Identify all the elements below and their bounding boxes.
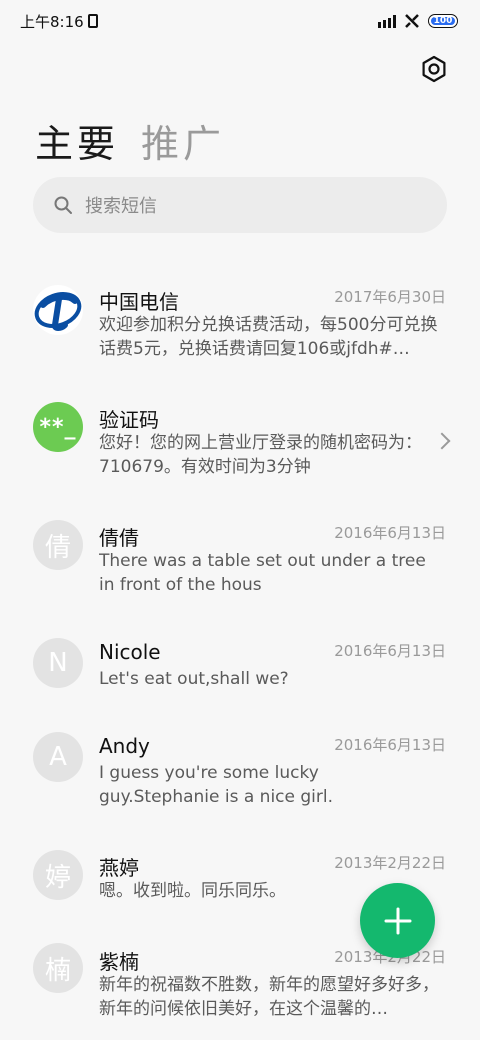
search-input[interactable]: 搜索短信	[33, 177, 447, 233]
message-preview: 您好！您的网上营业厅登录的随机密码为：710679。有效时间为3分钟	[99, 433, 422, 477]
status-left: 上午8:16	[20, 11, 98, 32]
contact-name: 验证码	[99, 408, 159, 432]
plus-icon	[384, 907, 411, 934]
message-preview: 新年的祝福数不胜数，新年的愿望好多好多，新年的问候依旧美好，在这个温馨的…	[99, 975, 439, 1019]
tab-bar: 主要 推广	[35, 110, 225, 170]
tab-promotion[interactable]: 推广	[141, 113, 225, 168]
contact-name: 紫楠	[99, 950, 139, 974]
contact-name: 中国电信	[99, 290, 179, 314]
tab-main[interactable]: 主要	[35, 113, 119, 168]
conversation-item[interactable]: 倩 倩倩 2016年6月13日 There was a table set ou…	[0, 494, 480, 610]
gear-icon	[422, 55, 446, 83]
status-time: 上午8:16	[20, 12, 84, 31]
conversation-item[interactable]: A Andy 2016年6月13日 I guess you're some lu…	[0, 708, 480, 824]
contact-name: 倩倩	[99, 526, 139, 550]
battery-icon: 100	[428, 14, 458, 28]
settings-button[interactable]	[418, 53, 450, 85]
conversation-item[interactable]: **_ 验证码 您好！您的网上营业厅登录的随机密码为：710679。有效时间为3…	[0, 376, 480, 492]
search-icon	[54, 196, 72, 214]
telecom-logo-avatar	[33, 285, 83, 335]
message-preview: There was a table set out under a tree i…	[99, 551, 426, 595]
contact-name: Nicole	[99, 640, 161, 664]
message-preview: I guess you're some lucky guy.Stephanie …	[99, 763, 334, 807]
message-preview: Let's eat out,shall we?	[99, 669, 289, 689]
status-bar: 上午8:16 100	[0, 0, 480, 42]
battery-level: 100	[433, 16, 453, 26]
search-placeholder: 搜索短信	[85, 196, 157, 217]
message-date: 2017年6月30日	[334, 288, 446, 306]
no-sim-icon	[405, 14, 419, 28]
avatar: N	[33, 638, 83, 688]
message-date: 2013年2月22日	[334, 854, 446, 872]
verification-avatar: **_	[33, 402, 83, 452]
message-date: 2016年6月13日	[334, 524, 446, 542]
telecom-logo-icon	[34, 292, 82, 331]
new-message-button[interactable]	[360, 883, 435, 958]
signal-icon	[378, 14, 396, 28]
vibrate-phone-icon	[87, 14, 98, 28]
contact-name: Andy	[99, 734, 150, 758]
conversation-item[interactable]: N Nicole 2016年6月13日 Let's eat out,shall …	[0, 612, 480, 706]
message-preview: 欢迎参加积分兑换话费活动，每500分可兑换话费5元，兑换话费请回复106或jfd…	[99, 315, 438, 359]
avatar: 婷	[33, 850, 83, 900]
message-date: 2016年6月13日	[334, 642, 446, 660]
message-date: 2016年6月13日	[334, 736, 446, 754]
status-right: 100	[378, 13, 458, 29]
avatar: 楠	[33, 943, 83, 993]
contact-name: 燕婷	[99, 856, 139, 880]
conversation-item[interactable]: 中国电信 2017年6月30日 欢迎参加积分兑换话费活动，每500分可兑换话费5…	[0, 258, 480, 374]
avatar: A	[33, 732, 83, 782]
chevron-right-icon	[433, 432, 451, 450]
avatar: 倩	[33, 520, 83, 570]
